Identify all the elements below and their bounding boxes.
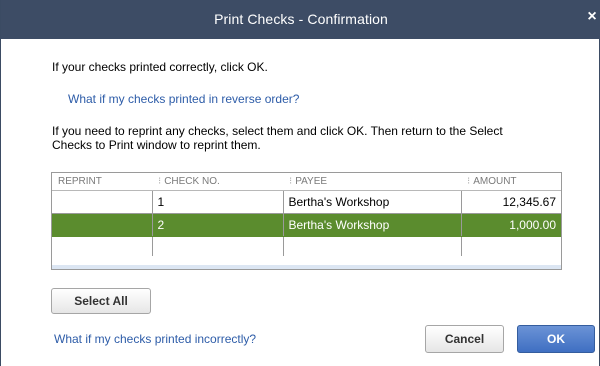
reprint-instruction-line-2: Checks to Print window to reprint them. (52, 138, 261, 152)
ok-instruction-text: If your checks printed correctly, click … (52, 60, 268, 74)
select-all-button[interactable]: Select All (51, 288, 151, 314)
column-header-reprint[interactable]: REPRINT (52, 173, 152, 191)
reprint-cell[interactable] (52, 236, 153, 256)
payee-cell (283, 236, 462, 256)
table-row-selected[interactable]: 2 Bertha's Workshop 1,000.00 (52, 213, 561, 237)
close-icon[interactable]: × (585, 8, 599, 26)
payee-cell: Bertha's Workshop (283, 213, 462, 237)
table-row-empty[interactable] (52, 236, 561, 257)
reprint-cell[interactable] (52, 190, 153, 214)
table-horizontal-scrollbar[interactable] (52, 265, 561, 269)
check-no-cell: 2 (152, 213, 284, 237)
reverse-order-help-link[interactable]: What if my checks printed in reverse ord… (68, 92, 299, 106)
column-header-check-no[interactable]: ⁝ CHECK NO. (152, 173, 283, 191)
table-header-row: REPRINT ⁝ CHECK NO. ⁝ PAYEE ⁝ AMOUNT (52, 173, 561, 191)
amount-cell (461, 237, 561, 257)
printed-incorrectly-help-link[interactable]: What if my checks printed incorrectly? (54, 332, 256, 346)
ok-button[interactable]: OK (517, 325, 595, 353)
column-header-amount[interactable]: ⁝ AMOUNT (461, 173, 561, 191)
check-no-cell (152, 236, 284, 256)
reprint-instruction-line-1: If you need to reprint any checks, selec… (52, 124, 503, 138)
payee-cell: Bertha's Workshop (283, 190, 462, 214)
print-checks-confirmation-dialog: Print Checks - Confirmation × If your ch… (0, 0, 600, 366)
cancel-button[interactable]: Cancel (425, 325, 504, 353)
window-title: Print Checks - Confirmation (214, 11, 388, 27)
amount-cell: 12,345.67 (461, 190, 561, 214)
table-row[interactable]: 1 Bertha's Workshop 12,345.67 (52, 190, 561, 214)
column-header-payee[interactable]: ⁝ PAYEE (283, 173, 461, 191)
title-bar[interactable]: Print Checks - Confirmation × (1, 0, 600, 39)
amount-cell: 1,000.00 (461, 213, 561, 237)
check-no-cell: 1 (152, 190, 284, 214)
reprint-cell[interactable] (52, 213, 153, 237)
checks-table: REPRINT ⁝ CHECK NO. ⁝ PAYEE ⁝ AMOUNT 1 Bert… (51, 172, 562, 270)
